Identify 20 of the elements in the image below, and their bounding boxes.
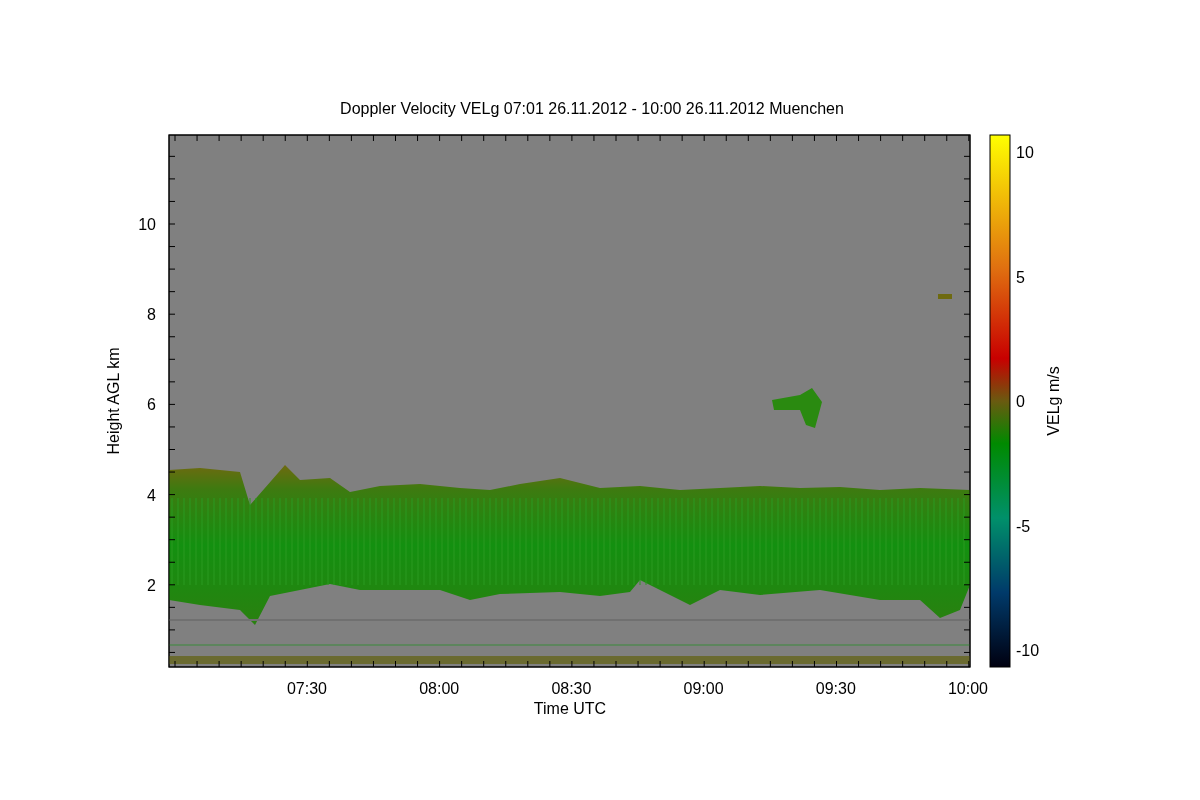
colorbar-tick-label: -10 [1016,642,1040,659]
y-tick-label: 4 [147,486,156,504]
y-tick-label: 10 [138,216,156,233]
colorbar-tick-label: 5 [1016,268,1025,286]
y-tick-label: 8 [147,306,156,324]
colorbar-label: VELg m/s [1045,366,1062,436]
colorbar-tick-label: -5 [1016,517,1031,535]
x-tick-label: 08:00 [419,680,460,697]
y-axis-label: Height AGL km [105,347,122,455]
x-tick-label: 09:30 [815,680,856,697]
x-tick-label: 09:00 [683,680,724,697]
x-tick-label: 10:00 [948,680,988,697]
colorbar-tick-label: 0 [1016,393,1025,410]
chart-title: Doppler Velocity VELg 07:01 26.11.2012 - 10:00 26.11.2012 Muenchen [340,100,844,117]
colorbar-tick-label: 10 [1016,144,1034,161]
x-tick-label: 07:30 [287,680,327,697]
x-tick-label: 08:30 [551,680,592,697]
y-tick-label: 6 [147,396,156,414]
x-axis-label: Time UTC [533,700,607,717]
y-tick-label: 2 [147,576,156,594]
